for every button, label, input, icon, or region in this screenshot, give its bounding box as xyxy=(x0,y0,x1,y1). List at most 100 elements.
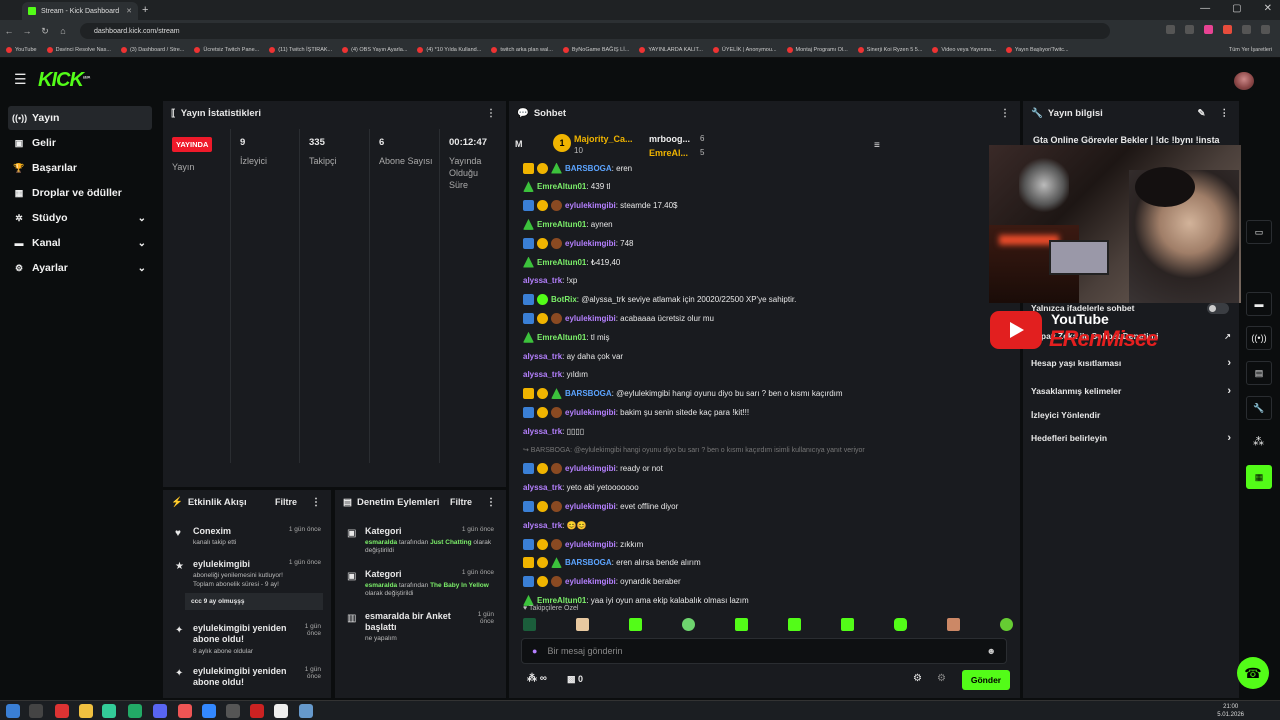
bookmark-item[interactable]: Ücretsiz Twitch Pane... xyxy=(194,46,259,53)
chat-username[interactable]: EmreAltun01 xyxy=(537,220,586,229)
emote-icon[interactable] xyxy=(1000,618,1013,631)
forward-icon[interactable]: → xyxy=(18,26,36,36)
all-bookmarks[interactable]: Tüm Yer İşaretleri xyxy=(1229,47,1272,53)
chat-username[interactable]: eylulekimgibi xyxy=(565,201,616,210)
chat-username[interactable]: eylulekimgibi xyxy=(565,314,616,323)
discord-icon[interactable] xyxy=(153,704,167,718)
explorer-icon[interactable] xyxy=(79,704,93,718)
emote-icon[interactable] xyxy=(629,618,642,631)
minimize-icon[interactable]: — xyxy=(1200,3,1210,14)
bookmark-item[interactable]: Sinerji Koi Ryzen 5 5... xyxy=(857,46,922,53)
chat-username[interactable]: eylulekimgibi xyxy=(565,464,616,473)
sidebar-item-basarilar[interactable]: 🏆 Başarılar xyxy=(8,156,152,180)
gift-icon[interactable]: ⚙ xyxy=(937,673,946,684)
chat-username[interactable]: alyssa_trk xyxy=(523,352,562,361)
filter-button[interactable]: Filtre xyxy=(275,497,297,507)
app-icon[interactable] xyxy=(55,704,69,718)
emote-icon[interactable] xyxy=(576,618,589,631)
emoji-icon[interactable]: ☻ xyxy=(987,646,996,656)
sidebar-item-droplar[interactable]: ▦ Droplar ve ödüller xyxy=(8,181,152,205)
chat-username[interactable]: alyssa_trk xyxy=(523,427,562,436)
top-gifter-name[interactable]: EmreAl... xyxy=(649,148,688,158)
bookmark-item[interactable]: Yayın Başlıyor/Twitc... xyxy=(1005,46,1069,53)
more-icon[interactable]: ⋮ xyxy=(311,497,321,508)
emote-icon[interactable] xyxy=(841,618,854,631)
chat-username[interactable]: EmreAltun01 xyxy=(537,258,586,267)
chat-username[interactable]: EmreAltun01 xyxy=(537,333,586,342)
filter-button[interactable]: Filtre xyxy=(450,497,472,507)
bookmark-item[interactable]: Video veya Yayınına... xyxy=(932,46,996,53)
chrome-icon[interactable] xyxy=(102,704,116,718)
rail-button[interactable]: ▭ xyxy=(1246,220,1272,244)
home-icon[interactable]: ⌂ xyxy=(54,26,72,36)
star-icon[interactable] xyxy=(1185,25,1194,34)
tab-close-icon[interactable]: ✕ xyxy=(126,7,132,15)
chat-username[interactable]: eylulekimgibi xyxy=(565,239,616,248)
sidebar-item-yayin[interactable]: ((•)) Yayın xyxy=(8,106,152,130)
chat-username[interactable]: BARSBOGA xyxy=(565,558,612,567)
edit-icon[interactable]: ✎ xyxy=(1198,108,1206,119)
chat-username[interactable]: eylulekimgibi xyxy=(565,408,616,417)
chat-username[interactable]: BARSBOGA xyxy=(565,164,612,173)
toggle-switch[interactable] xyxy=(1207,302,1229,314)
extension-icon[interactable] xyxy=(1242,25,1251,34)
emote-icon[interactable] xyxy=(947,618,960,631)
chat-setting-row[interactable]: Hedefleri belirleyin › xyxy=(1031,428,1231,448)
app-icon[interactable] xyxy=(226,704,240,718)
close-window-icon[interactable]: ✕ xyxy=(1264,3,1272,14)
sidebar-item-ayarlar[interactable]: ⚙ Ayarlar ⌄ xyxy=(8,256,152,280)
broadcast-rail-icon[interactable]: ((•)) xyxy=(1246,326,1272,350)
gifts-display[interactable]: ▩ 0 xyxy=(567,674,583,685)
avatar[interactable] xyxy=(1234,72,1254,90)
clock[interactable]: 21:00 5.01.2026 xyxy=(1217,703,1244,719)
settings-icon[interactable]: ⚙ xyxy=(913,673,922,684)
rail-button[interactable]: ▤ xyxy=(1246,361,1272,385)
zoom-icon[interactable] xyxy=(1166,25,1175,34)
chat-username[interactable]: alyssa_trk xyxy=(523,370,562,379)
emote-icon[interactable] xyxy=(894,618,907,631)
chat-username[interactable]: eylulekimgibi xyxy=(565,502,616,511)
hamburger-menu-icon[interactable]: ☰ xyxy=(14,71,27,88)
maximize-icon[interactable]: ▢ xyxy=(1232,3,1241,14)
mic-icon[interactable]: ● xyxy=(532,646,537,656)
bookmark-item[interactable]: ÜYELİK | Anonymou... xyxy=(712,46,777,53)
send-button[interactable]: Gönder xyxy=(962,670,1010,690)
bookmark-item[interactable]: Montaj Programı Ol... xyxy=(786,46,848,53)
pinned-filter-icon[interactable]: ≡ xyxy=(874,140,880,151)
chat-username[interactable]: alyssa_trk xyxy=(523,483,562,492)
more-icon[interactable]: ⋮ xyxy=(1000,108,1010,119)
clapper-rail-icon[interactable]: ▦ xyxy=(1246,465,1272,489)
chat-setting-row[interactable]: İzleyici Yönlendir xyxy=(1031,405,1231,425)
app-icon[interactable] xyxy=(128,704,142,718)
sidebar-item-kanal[interactable]: ▬ Kanal ⌄ xyxy=(8,231,152,255)
extension-icon[interactable] xyxy=(1223,25,1232,34)
sidebar-item-studyo[interactable]: ✲ Stüdyo ⌄ xyxy=(8,206,152,230)
chat-username[interactable]: alyssa_trk xyxy=(523,521,562,530)
taskview-icon[interactable] xyxy=(29,704,43,718)
bookmark-item[interactable]: (4) OBS Yayın Ayarla... xyxy=(342,46,407,53)
app-icon[interactable] xyxy=(274,704,288,718)
browser-tab[interactable]: Stream - Kick Dashboard ✕ xyxy=(22,2,138,20)
chat-username[interactable]: EmreAltun01 xyxy=(537,596,586,605)
bookmark-item[interactable]: YAYINLARDA KALIT... xyxy=(639,46,703,53)
menu-icon[interactable] xyxy=(1261,25,1270,34)
extension-icon[interactable] xyxy=(1204,25,1213,34)
app-icon[interactable] xyxy=(250,704,264,718)
emote-icon[interactable] xyxy=(682,618,695,631)
emote-icon[interactable] xyxy=(735,618,748,631)
bookmark-item[interactable]: Davinci Resolve Nas... xyxy=(46,46,111,53)
back-icon[interactable]: ← xyxy=(0,26,18,36)
rail-button[interactable]: ▬ xyxy=(1246,292,1272,316)
top-gifter-name[interactable]: mrboog... xyxy=(649,134,690,144)
sidebar-item-gelir[interactable]: ▣ Gelir xyxy=(8,131,152,155)
chat-input[interactable]: ● Bir mesaj gönderin ☻ xyxy=(521,638,1007,664)
app-icon[interactable] xyxy=(178,704,192,718)
users-rail-icon[interactable]: ⁂ xyxy=(1253,435,1264,448)
bookmark-item[interactable]: ByNoGame BAĞIŞ Lİ... xyxy=(562,46,629,53)
points-display[interactable]: ⁂ ∞ xyxy=(527,673,547,684)
bookmark-item[interactable]: (11) Twitch İŞTIRAK... xyxy=(269,46,332,53)
url-input[interactable]: dashboard.kick.com/stream xyxy=(80,23,1110,39)
wrench-rail-icon[interactable]: 🔧 xyxy=(1246,396,1272,420)
chat-username[interactable]: eylulekimgibi xyxy=(565,540,616,549)
app-icon[interactable] xyxy=(299,704,313,718)
